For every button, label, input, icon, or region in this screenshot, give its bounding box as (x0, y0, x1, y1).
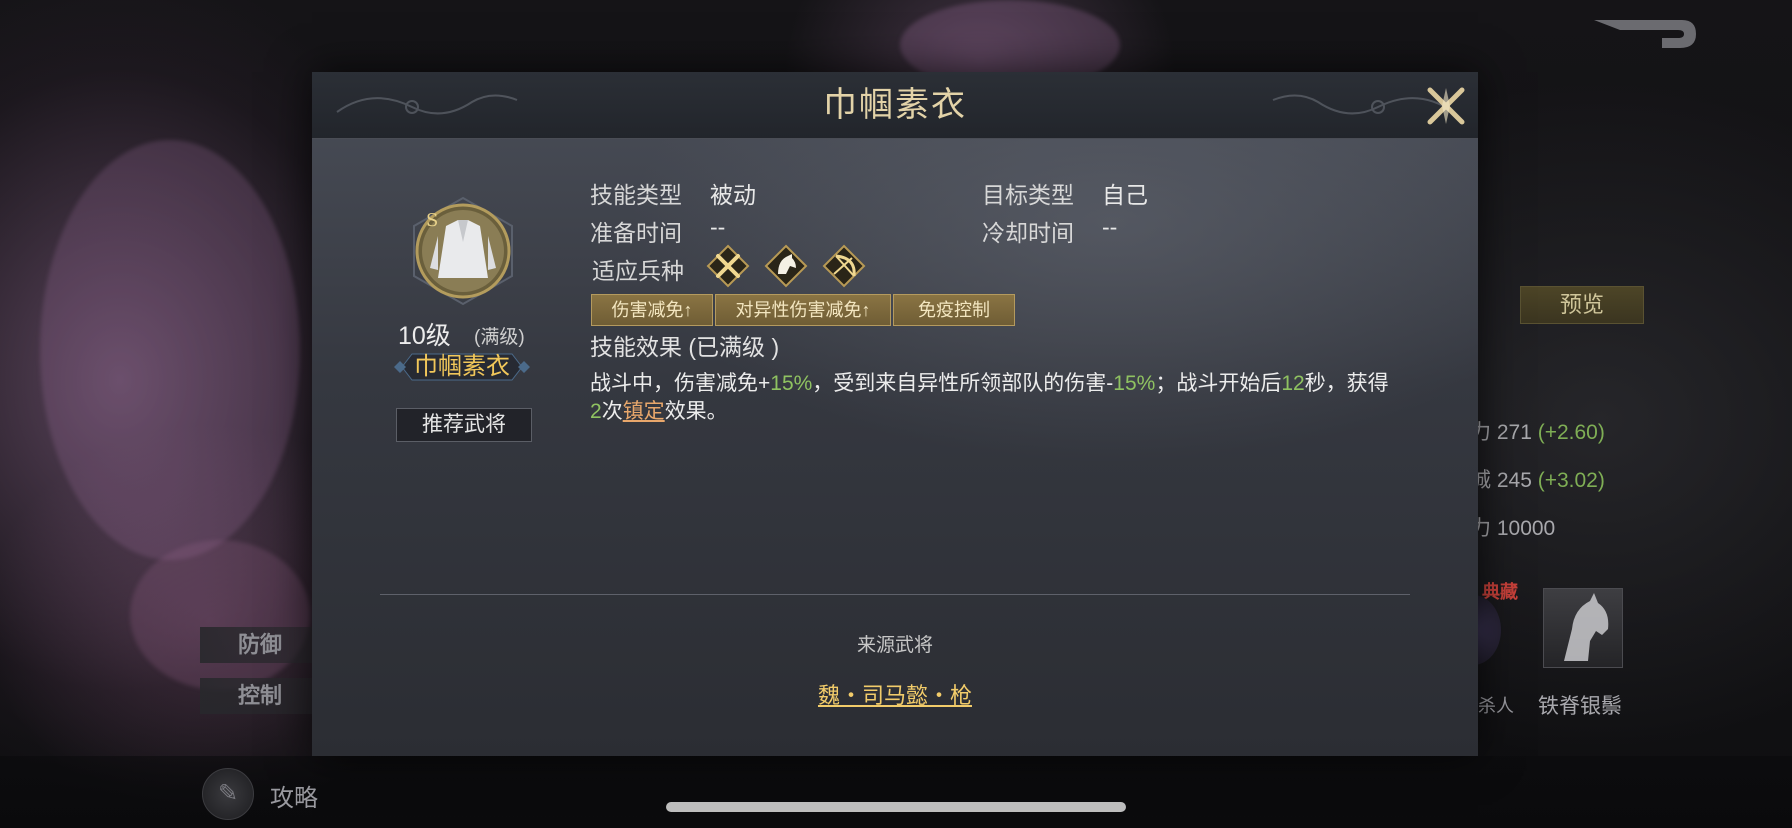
effect-text-part: 战斗中，伤害减免+ (590, 372, 771, 395)
crossed-spears-icon (706, 244, 750, 288)
target-type-value: 自己 (1102, 182, 1148, 208)
source-generals-label: 来源武将 (856, 635, 933, 656)
stat-text: 力 271 (1470, 421, 1532, 444)
horse-head-icon (764, 244, 808, 288)
effect-text-part: 次 (601, 400, 623, 423)
source-general-link[interactable]: 魏・司马懿・枪 (312, 678, 1478, 710)
stat-bonus: (+2.60) (1537, 421, 1605, 444)
stat-line: 城 245 (+3.02) (1470, 464, 1605, 494)
bow-icon (822, 244, 866, 288)
horse-head-icon (1564, 593, 1609, 661)
prep-time-value: -- (710, 214, 726, 240)
horse-label: 铁脊银鬃 (1538, 695, 1622, 718)
effect-text-part: ，受到来自异性所领部队的伤害- (812, 372, 1114, 395)
effect-tag: 免疫控制 (893, 294, 1015, 326)
close-x-icon[interactable] (1424, 84, 1468, 128)
skill-name: 巾帼素衣 (414, 353, 510, 380)
status-keyword-link[interactable]: 镇定 (623, 400, 665, 423)
effect-number: 2 (590, 400, 602, 423)
cooldown-label: 冷却时间 (982, 220, 1074, 246)
background-petal (130, 540, 310, 690)
effect-number: 15% (1113, 372, 1156, 395)
dialog-header: 巾帼素衣 (312, 72, 1478, 139)
home-indicator[interactable] (666, 802, 1126, 812)
effect-tag: 对异性伤害减免↑ (715, 294, 891, 326)
target-type-label: 目标类型 (982, 182, 1074, 208)
stat-line: 力 10000 (1470, 512, 1555, 542)
recommend-generals-button[interactable]: 推荐武将 (396, 408, 532, 442)
skill-type-value: 被动 (710, 182, 756, 208)
skill-level: 10级 (398, 322, 451, 350)
dialog-title: 巾帼素衣 (823, 85, 967, 125)
skill-type-label: 技能类型 (590, 182, 682, 208)
effect-tag: 伤害减免↑ (591, 294, 713, 326)
divider (380, 594, 1410, 595)
effect-description: 战斗中，伤害减免+15%，受到来自异性所领部队的伤害-15%；战斗开始后12秒，… (590, 370, 1390, 426)
skill-detail-dialog: 巾帼素衣 S 10级 (满级) 巾帼素衣 推荐武将 技能类型 被动 目标类型 自… (312, 72, 1478, 756)
troop-types-label: 适应兵种 (592, 258, 684, 284)
tag-defense[interactable]: 防御 (200, 627, 320, 663)
cooldown-value: -- (1102, 214, 1118, 240)
preview-button[interactable]: 预览 (1520, 286, 1644, 324)
skill-grade-letter: S (426, 210, 438, 231)
bottom-bar (0, 756, 1792, 828)
effect-text-part: ；战斗开始后 (1155, 372, 1282, 395)
white-robe-icon: S (413, 196, 513, 306)
effect-title: 技能效果 (已满级 ) (590, 334, 780, 360)
effect-number: 12 (1281, 372, 1305, 395)
prep-time-label: 准备时间 (590, 220, 682, 246)
stat-text: 力 10000 (1470, 517, 1556, 540)
effect-text-part: 秒，获得 (1304, 372, 1389, 395)
side-skill-label: 杀人 (1478, 696, 1514, 716)
horse-card[interactable] (1543, 588, 1623, 668)
background-petal (40, 140, 300, 560)
stat-text: 城 245 (1470, 469, 1532, 492)
effect-text-part: 效果。 (664, 400, 728, 423)
back-arrow-icon[interactable] (1590, 16, 1700, 60)
effect-number: 15% (770, 372, 813, 395)
stat-bonus: (+3.02) (1537, 469, 1605, 492)
stat-line: 力 271 (+2.60) (1470, 416, 1605, 446)
skill-maxed-label: (满级) (474, 327, 525, 348)
guide-label[interactable]: 攻略 (270, 778, 318, 813)
tag-control[interactable]: 控制 (200, 678, 320, 714)
guide-scroll-icon[interactable]: ✎ (202, 768, 254, 820)
